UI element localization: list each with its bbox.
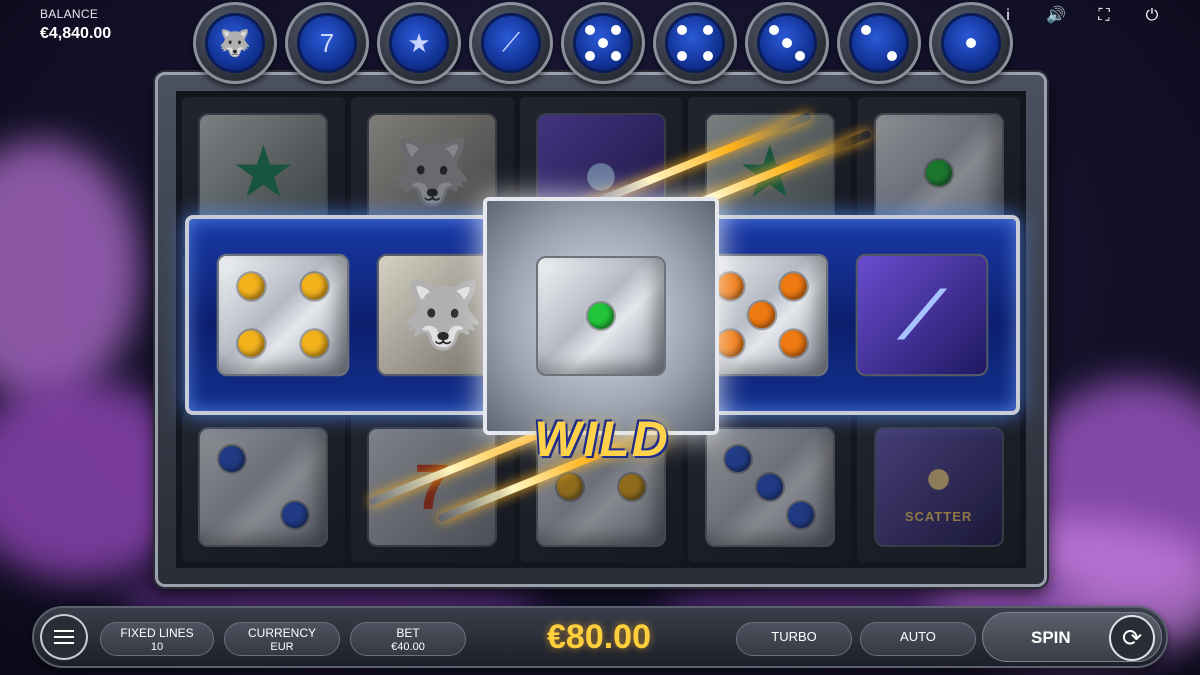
paytable-badge bbox=[745, 2, 829, 84]
bet-value: €40.00 bbox=[391, 641, 425, 653]
hamburger-icon bbox=[54, 630, 74, 632]
paytable-badge bbox=[653, 2, 737, 84]
wild-die-one bbox=[536, 256, 666, 376]
claw-symbol: ⟋ bbox=[855, 253, 989, 377]
paytable-badge: 🐺 bbox=[193, 2, 277, 84]
dice-three-icon bbox=[757, 13, 817, 73]
auto-button[interactable]: AUTO bbox=[860, 622, 976, 656]
sound-icon[interactable]: 🔊 bbox=[1046, 6, 1066, 26]
reel-cell: ● SCATTER bbox=[857, 411, 1020, 562]
bet-label: BET bbox=[396, 626, 420, 640]
top-toolbar: i 🔊 ⛶ ⏻ bbox=[998, 6, 1162, 26]
balance-display: BALANCE €4,840.00 bbox=[40, 7, 111, 43]
control-bar: FIXED LINES 10 CURRENCY EUR BET €40.00 €… bbox=[32, 606, 1168, 668]
moon-icon: ● bbox=[924, 450, 954, 504]
dice-two-icon bbox=[849, 13, 909, 73]
spin-label: SPIN bbox=[1031, 628, 1071, 647]
fullscreen-icon[interactable]: ⛶ bbox=[1094, 6, 1114, 26]
die-three-symbol bbox=[704, 426, 835, 547]
currency-label: CURRENCY bbox=[247, 626, 316, 640]
scatter-label: SCATTER bbox=[904, 508, 973, 524]
wild-label: WILD bbox=[534, 411, 670, 467]
paytable-badge bbox=[929, 2, 1013, 84]
paytable-badge bbox=[837, 2, 921, 84]
hamburger-icon bbox=[54, 636, 74, 638]
balance-label: BALANCE bbox=[40, 7, 99, 21]
fixed-lines-value: 10 bbox=[150, 641, 164, 653]
fixed-lines-display: FIXED LINES 10 bbox=[100, 622, 214, 656]
wild-symbol bbox=[483, 197, 719, 435]
currency-selector[interactable]: CURRENCY EUR bbox=[224, 622, 340, 656]
claw-icon: ⟋ bbox=[481, 13, 541, 73]
paytable-badges: 🐺 7 ★ ⟋ bbox=[193, 2, 1013, 84]
star-icon: ★ bbox=[389, 13, 449, 73]
spin-control[interactable]: SPIN ⟳ bbox=[982, 612, 1162, 662]
seven-icon: 7 bbox=[297, 13, 357, 73]
refresh-icon: ⟳ bbox=[1121, 624, 1143, 652]
die-four-symbol bbox=[216, 253, 350, 377]
bet-selector[interactable]: BET €40.00 bbox=[350, 622, 466, 656]
scatter-symbol: ● SCATTER bbox=[873, 426, 1004, 547]
currency-value: EUR bbox=[270, 641, 294, 653]
reel-cell bbox=[182, 411, 345, 562]
hamburger-icon bbox=[54, 642, 74, 644]
paytable-badge: 7 bbox=[285, 2, 369, 84]
seven-symbol: 7 bbox=[367, 426, 498, 547]
dice-one-icon bbox=[941, 13, 1001, 73]
dice-four-icon bbox=[665, 13, 725, 73]
spin-button[interactable]: ⟳ bbox=[1109, 615, 1155, 661]
die-two-symbol bbox=[198, 426, 329, 547]
balance-value: €4,840.00 bbox=[40, 25, 112, 42]
turbo-button[interactable]: TURBO bbox=[736, 622, 852, 656]
paytable-badge bbox=[561, 2, 645, 84]
paytable-badge: ⟋ bbox=[469, 2, 553, 84]
power-icon[interactable]: ⏻ bbox=[1142, 6, 1162, 26]
fixed-lines-label: FIXED LINES bbox=[120, 626, 194, 640]
paytable-badge: ★ bbox=[377, 2, 461, 84]
menu-button[interactable] bbox=[40, 614, 88, 660]
dice-five-icon bbox=[573, 13, 633, 73]
win-amount: €80.00 bbox=[547, 618, 651, 656]
wolf-icon: 🐺 bbox=[205, 13, 265, 73]
